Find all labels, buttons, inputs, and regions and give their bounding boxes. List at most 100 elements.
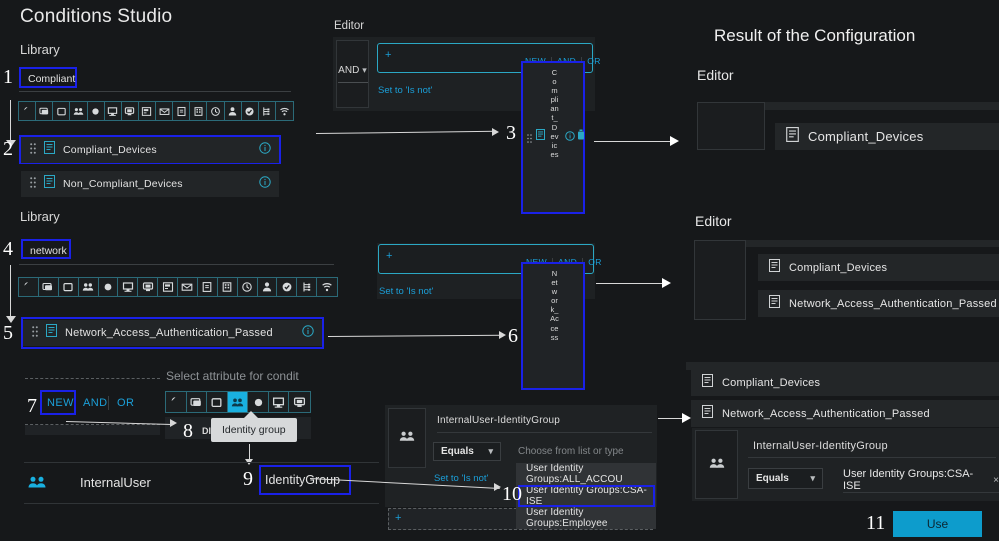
wifi-icon-cell[interactable]	[317, 278, 337, 296]
location-pin-icon-cell[interactable]	[19, 102, 37, 120]
result-3-row-0[interactable]: Compliant_Devices	[691, 369, 999, 396]
result-2-row-0[interactable]: Compliant_Devices	[758, 254, 999, 281]
use-button[interactable]: Use	[893, 511, 982, 537]
circle-icon-cell[interactable]	[248, 392, 269, 412]
network-tree-icon	[261, 106, 272, 117]
value-input-placeholder[interactable]: Choose from list or type	[518, 446, 624, 457]
drag-ghost-1-label: Compliant_Devices	[550, 68, 559, 159]
editor-1-and-group[interactable]: AND ▾	[336, 40, 369, 108]
clock-icon-cell[interactable]	[238, 278, 258, 296]
editor-2-or-button[interactable]: OR	[588, 257, 602, 267]
document-icon-cell[interactable]	[173, 102, 191, 120]
info-icon[interactable]	[259, 141, 271, 159]
chevron-down-icon[interactable]: ▾	[362, 65, 367, 76]
info-icon[interactable]	[259, 175, 271, 193]
library-1-row-1[interactable]: Non_Compliant_Devices	[21, 171, 279, 197]
library-2-row-0[interactable]: Network_Access_Authentication_Passed	[23, 320, 322, 346]
square-icon-cell[interactable]	[53, 102, 71, 120]
identity-group-icon-cell[interactable]	[227, 392, 249, 412]
display-icon-cell[interactable]	[122, 102, 139, 120]
delete-icon[interactable]	[577, 127, 585, 145]
square-icon-cell[interactable]	[59, 278, 79, 296]
library-1-row-0-label: Compliant_Devices	[63, 144, 157, 156]
location-pin-icon	[22, 281, 34, 293]
arrow-2-to-3-head	[492, 128, 499, 136]
info-icon[interactable]	[565, 128, 575, 146]
device-screen-icon-cell[interactable]	[39, 278, 59, 296]
building-icon-cell[interactable]	[218, 278, 238, 296]
monitor-icon-cell[interactable]	[105, 102, 122, 120]
arrow-6-to-result-2-shaft	[596, 283, 664, 285]
drag-handle-icon[interactable]	[30, 175, 36, 193]
wifi-icon-cell[interactable]	[276, 102, 293, 120]
device-screen-icon-cell[interactable]	[36, 102, 54, 120]
result-1-row-0[interactable]: Compliant_Devices	[775, 123, 999, 150]
circle-icon-cell[interactable]	[99, 278, 119, 296]
monitor-icon-cell[interactable]	[269, 392, 290, 412]
chevron-down-icon[interactable]: ▾	[810, 473, 815, 484]
person-icon-cell[interactable]	[258, 278, 278, 296]
drag-handle-icon[interactable]	[32, 324, 38, 342]
check-circle-icon-cell[interactable]	[277, 278, 298, 296]
document-icon-cell[interactable]	[198, 278, 218, 296]
info-icon[interactable]	[302, 324, 314, 342]
library-1-search-input[interactable]: Compliant	[22, 71, 75, 89]
attribute-icon-palette[interactable]	[165, 391, 311, 413]
builder-dropzone[interactable]	[25, 425, 160, 435]
result-3-operator-select[interactable]: Equals ▾	[748, 468, 823, 489]
editor-1-or-button[interactable]: OR	[587, 56, 601, 66]
circle-icon-cell[interactable]	[88, 102, 105, 120]
dropdown-option-0[interactable]: User Identity Groups:ALL_ACCOU	[516, 463, 656, 485]
icon-palette-1[interactable]	[18, 101, 294, 121]
operator-select-value: Equals	[441, 446, 474, 457]
arrow-10-to-result-3-head	[682, 413, 691, 423]
result-3-row-1[interactable]: Network_Access_Authentication_Passed	[691, 400, 999, 427]
network-tree-icon-cell[interactable]	[259, 102, 276, 120]
dropdown-option-2[interactable]: User Identity Groups:Employee	[516, 507, 656, 529]
identity-group-icon-cell[interactable]	[79, 278, 99, 296]
step-number-9: 9	[243, 468, 253, 490]
device-screen-icon-cell[interactable]	[187, 392, 208, 412]
builder-new-button[interactable]: NEW	[47, 397, 74, 409]
identity-group-icon-cell[interactable]	[70, 102, 88, 120]
clock-icon-cell[interactable]	[207, 102, 225, 120]
check-circle-icon-cell[interactable]	[242, 102, 259, 120]
editor-1-add-icon[interactable]: +	[385, 49, 391, 61]
result-2-row-1[interactable]: Network_Access_Authentication_Passed	[758, 290, 999, 317]
monitor-icon-cell[interactable]	[118, 278, 139, 296]
envelope-icon-cell[interactable]	[156, 102, 174, 120]
display-icon-cell[interactable]	[289, 392, 310, 412]
display-icon-cell[interactable]	[138, 278, 159, 296]
editor-1-set-is-not-link[interactable]: Set to 'Is not'	[378, 85, 432, 96]
arrow-3-to-result-1-head	[670, 136, 679, 146]
editor-2-add-icon[interactable]: +	[386, 250, 392, 262]
result-3-row-1-label: Network_Access_Authentication_Passed	[722, 407, 930, 420]
library-1-row-0[interactable]: Compliant_Devices	[21, 137, 279, 163]
building-icon-cell[interactable]	[190, 102, 208, 120]
attribute-card-set-is-not-link[interactable]: Set to 'Is not'	[434, 473, 488, 484]
chevron-down-icon[interactable]: ▾	[488, 446, 493, 457]
drag-handle-icon[interactable]	[30, 141, 36, 159]
builder-or-button[interactable]: OR	[117, 397, 134, 409]
attribute-card-add-icon[interactable]: +	[395, 512, 401, 524]
location-pin-icon-cell[interactable]	[166, 392, 187, 412]
square-icon	[62, 281, 74, 293]
form-icon-cell[interactable]	[139, 102, 156, 120]
envelope-icon-cell[interactable]	[178, 278, 198, 296]
remove-chip-icon[interactable]: ×	[993, 475, 999, 486]
editor-2-set-is-not-link[interactable]: Set to 'Is not'	[379, 286, 433, 297]
location-pin-icon-cell[interactable]	[19, 278, 39, 296]
operator-select[interactable]: Equals ▾	[433, 442, 501, 461]
page-title: Conditions Studio	[20, 6, 173, 27]
library-2-search-input[interactable]: network	[24, 243, 68, 261]
network-tree-icon-cell[interactable]	[297, 278, 318, 296]
monitor-icon	[272, 396, 285, 409]
builder-and-button[interactable]: AND	[83, 397, 107, 409]
form-icon-cell[interactable]	[158, 278, 178, 296]
icon-palette-2[interactable]	[18, 277, 338, 297]
drag-handle-icon[interactable]	[527, 130, 532, 148]
result-3-value-chip[interactable]: User Identity Groups:CSA-ISE ×	[843, 468, 999, 492]
wifi-icon	[321, 281, 333, 293]
person-icon-cell[interactable]	[225, 102, 242, 120]
square-icon-cell[interactable]	[207, 392, 228, 412]
